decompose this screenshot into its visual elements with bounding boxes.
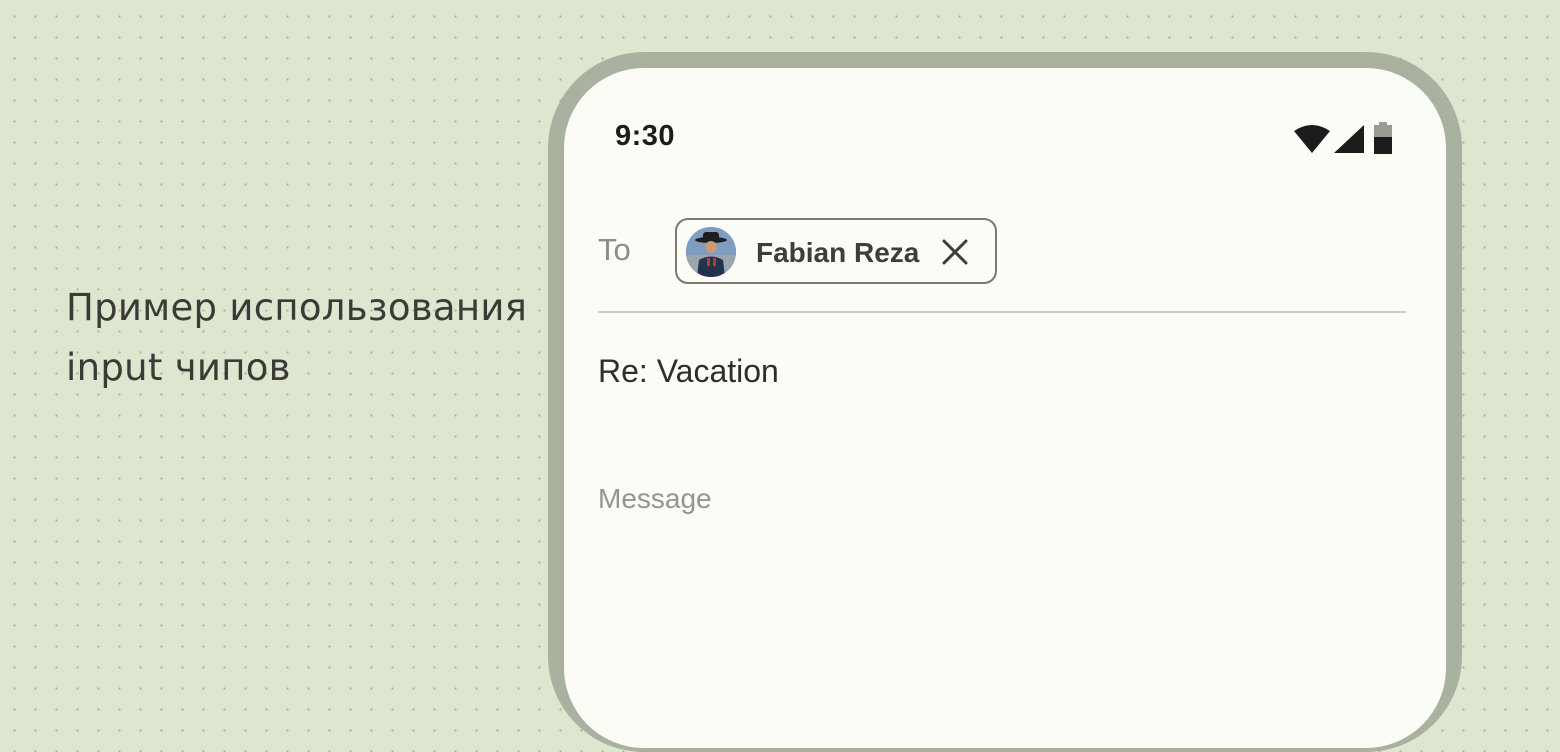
to-label: To (598, 232, 631, 267)
phone-frame: 9:30 To Fabian Reza Re: Vacation Message (548, 52, 1462, 752)
status-time: 9:30 (615, 120, 676, 152)
to-field-divider (598, 311, 1406, 313)
status-icons (1294, 122, 1394, 154)
cellular-signal-icon (1334, 125, 1364, 153)
chip-label: Fabian Reza (756, 237, 920, 268)
phone-screen: 9:30 To Fabian Reza Re: Vacation Message (564, 68, 1446, 748)
message-field[interactable] (598, 483, 1406, 515)
recipient-input-chip[interactable]: Fabian Reza (675, 218, 997, 284)
subject-field[interactable]: Re: Vacation (598, 353, 779, 390)
caption: Пример использования input чипов (66, 278, 546, 398)
person-avatar (686, 227, 736, 277)
caption-line-2: input чипов (66, 346, 291, 389)
battery-icon (1374, 122, 1392, 154)
wifi-icon (1294, 125, 1330, 153)
caption-line-1: Пример использования (66, 286, 528, 329)
close-icon[interactable] (941, 238, 969, 266)
